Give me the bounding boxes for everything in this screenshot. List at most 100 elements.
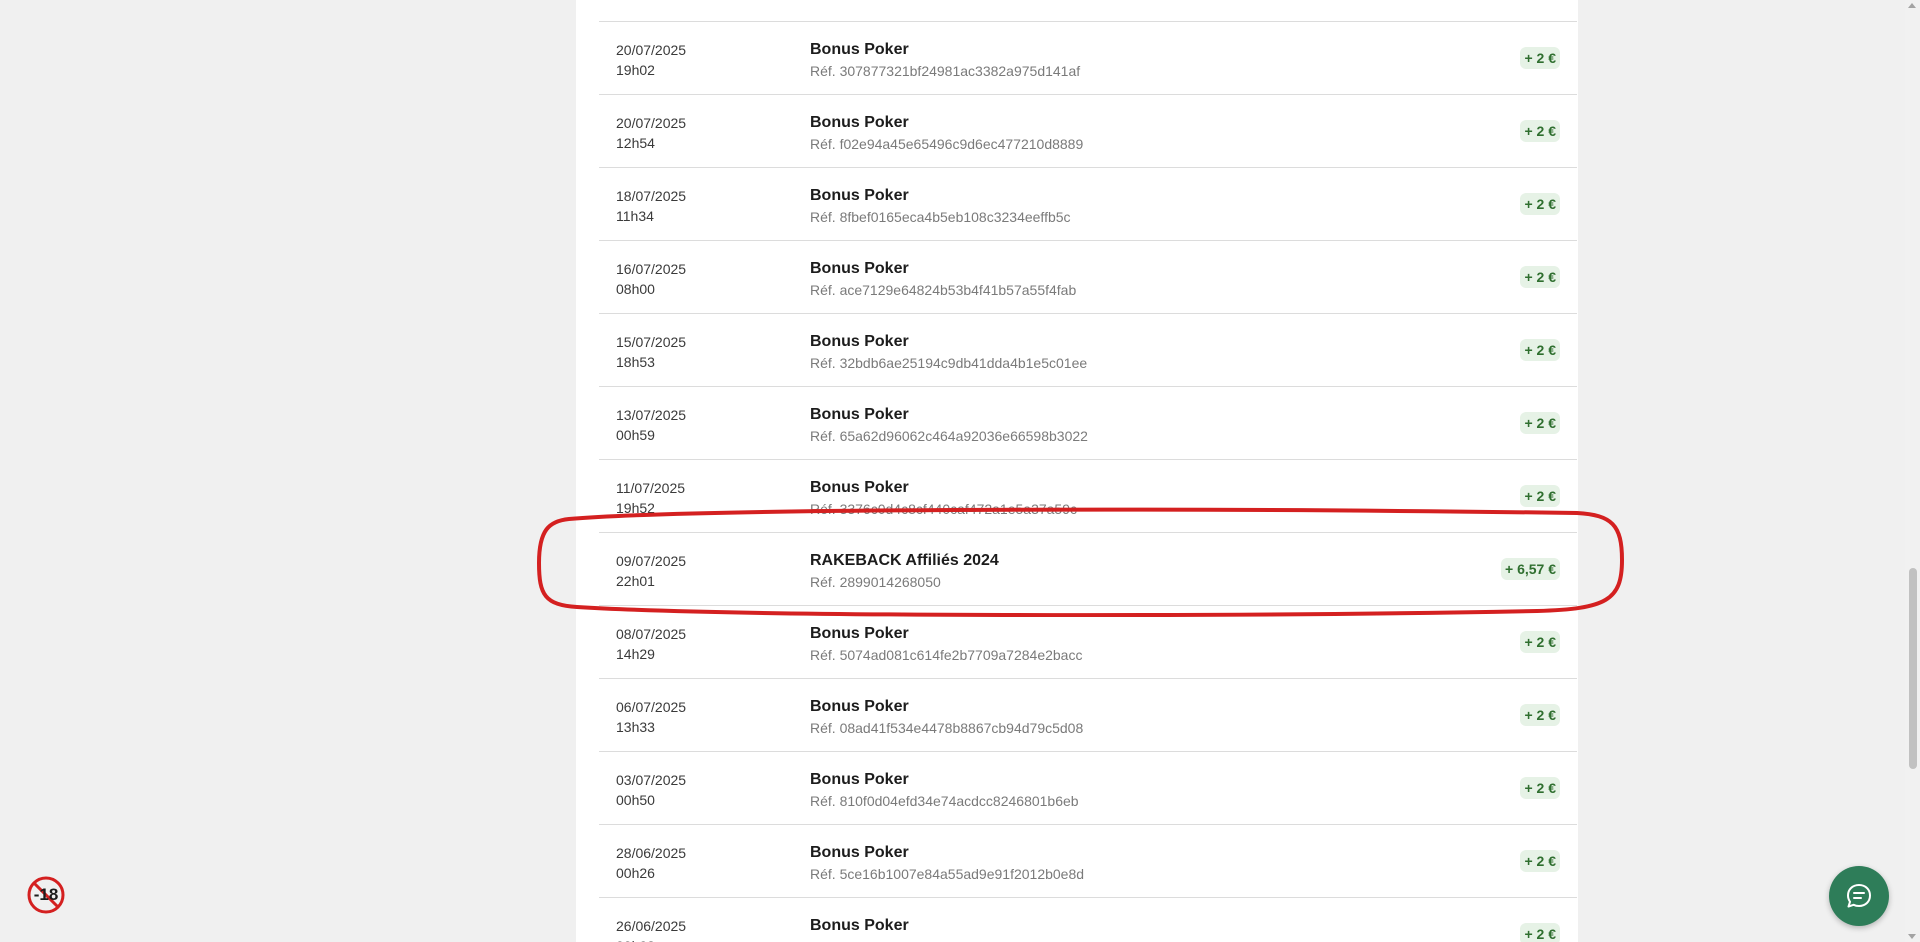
transaction-row: 13/07/2025 00h59 Bonus Poker Réf. 65a62d…	[599, 387, 1577, 460]
transaction-title: Bonus Poker	[810, 406, 909, 423]
transaction-date: 08/07/2025	[616, 626, 687, 642]
transaction-list: Réf. 3529991427c0fd3b4c3330d894f1f 20/07…	[599, 0, 1577, 942]
transaction-info: Bonus Poker Réf. 2426b0a417e794bf3b4a1a2…	[810, 916, 1080, 942]
transactions-panel: Réf. 3529991427c0fd3b4c3330d894f1f 20/07…	[576, 0, 1578, 942]
transaction-date: 18/07/2025	[616, 188, 687, 204]
scrollbar-thumb[interactable]	[1909, 568, 1917, 769]
transaction-ref: Réf. 65a62d96062c464a92036e66598b3022	[810, 428, 1088, 444]
transaction-amount-badge: + 2 €	[1520, 339, 1560, 361]
transaction-amount-badge: + 6,57 €	[1501, 558, 1560, 580]
transaction-row: 03/07/2025 00h50 Bonus Poker Réf. 810f0d…	[599, 752, 1577, 825]
transaction-date: 20/07/2025	[616, 115, 687, 131]
transaction-datetime: 16/07/2025 08h00	[616, 259, 686, 299]
transaction-date: 13/07/2025	[616, 407, 687, 423]
transaction-info: Bonus Poker Réf. ace7129e64824b53b4f41b5…	[810, 259, 1076, 300]
transaction-info: Bonus Poker Réf. 3376c0d4c8cf440caf472a1…	[810, 478, 1077, 519]
transaction-row: 28/06/2025 00h26 Bonus Poker Réf. 5ce16b…	[599, 825, 1577, 898]
transaction-datetime: 09/07/2025 22h01	[616, 551, 686, 591]
transaction-time: 00h08	[616, 936, 686, 942]
transaction-ref: Réf. 3376c0d4c8cf440caf472a1e5a37a59c	[810, 501, 1077, 517]
page: Réf. 3529991427c0fd3b4c3330d894f1f 20/07…	[0, 0, 1920, 942]
transaction-amount-badge: + 2 €	[1520, 412, 1560, 434]
transaction-datetime: 28/06/2025 00h26	[616, 843, 686, 883]
transaction-date: 15/07/2025	[616, 334, 687, 350]
transaction-row: 20/07/2025 12h54 Bonus Poker Réf. f02e94…	[599, 95, 1577, 168]
transaction-row: 18/07/2025 11h34 Bonus Poker Réf. 8fbef0…	[599, 168, 1577, 241]
transaction-ref: Réf. 08ad41f534e4478b8867cb94d79c5d08	[810, 720, 1084, 736]
transaction-ref: Réf. 810f0d04efd34e74acdcc8246801b6eb	[810, 793, 1079, 809]
transaction-ref: Réf. f02e94a45e65496c9d6ec477210d8889	[810, 136, 1084, 152]
transaction-amount-badge: + 2 €	[1520, 193, 1560, 215]
transaction-ref: Réf. 8fbef0165eca4b5eb108c3234eeffb5c	[810, 209, 1071, 225]
transaction-time: 18h53	[616, 354, 655, 370]
transaction-row: 26/06/2025 00h08 Bonus Poker Réf. 2426b0…	[599, 898, 1577, 942]
transaction-row: 09/07/2025 22h01 RAKEBACK Affiliés 2024 …	[599, 533, 1577, 606]
transaction-date: 26/06/2025	[616, 918, 687, 934]
scroll-up-arrow-icon[interactable]	[1908, 3, 1916, 8]
transaction-amount-badge: + 2 €	[1520, 850, 1560, 872]
transaction-row: 20/07/2025 19h02 Bonus Poker Réf. 307877…	[599, 22, 1577, 95]
transaction-row: Réf. 3529991427c0fd3b4c3330d894f1f	[599, 0, 1577, 22]
transaction-title: Bonus Poker	[810, 187, 909, 204]
transaction-date: 16/07/2025	[616, 261, 687, 277]
transaction-date: 11/07/2025	[616, 480, 686, 496]
scroll-down-arrow-icon[interactable]	[1908, 934, 1916, 939]
transaction-datetime: 08/07/2025 14h29	[616, 624, 686, 664]
transaction-title: RAKEBACK Affiliés 2024	[810, 552, 999, 569]
transaction-info: Bonus Poker Réf. 307877321bf24981ac3382a…	[810, 40, 1080, 81]
transaction-title: Bonus Poker	[810, 260, 909, 277]
transaction-title: Bonus Poker	[810, 771, 909, 788]
transaction-date: 03/07/2025	[616, 772, 687, 788]
transaction-info: Bonus Poker Réf. 08ad41f534e4478b8867cb9…	[810, 697, 1083, 738]
transaction-info: Bonus Poker Réf. f02e94a45e65496c9d6ec47…	[810, 113, 1083, 154]
transaction-time: 13h33	[616, 719, 655, 735]
transaction-info: Bonus Poker Réf. 8fbef0165eca4b5eb108c32…	[810, 186, 1071, 227]
transaction-row: 06/07/2025 13h33 Bonus Poker Réf. 08ad41…	[599, 679, 1577, 752]
transaction-datetime: 11/07/2025 19h52	[616, 478, 685, 518]
transaction-row: 15/07/2025 18h53 Bonus Poker Réf. 32bdb6…	[599, 314, 1577, 387]
transaction-row: 08/07/2025 14h29 Bonus Poker Réf. 5074ad…	[599, 606, 1577, 679]
transaction-amount-badge: + 2 €	[1520, 266, 1560, 288]
transaction-amount-badge: + 2 €	[1520, 631, 1560, 653]
transaction-datetime: 20/07/2025 19h02	[616, 40, 686, 80]
transaction-ref: Réf. 5074ad081c614fe2b7709a7284e2bacc	[810, 647, 1083, 663]
transaction-time: 14h29	[616, 646, 655, 662]
transaction-datetime: 26/06/2025 00h08	[616, 916, 686, 942]
transaction-time: 00h50	[616, 792, 655, 808]
transaction-datetime: 20/07/2025 12h54	[616, 113, 686, 153]
transaction-datetime: 03/07/2025 00h50	[616, 770, 686, 810]
transaction-amount-badge: + 2 €	[1520, 777, 1560, 799]
transaction-time: 11h34	[616, 208, 654, 224]
transaction-time: 12h54	[616, 135, 655, 151]
transaction-amount-badge: + 2 €	[1520, 120, 1560, 142]
transaction-info: Bonus Poker Réf. 810f0d04efd34e74acdcc82…	[810, 770, 1079, 811]
age-badge-label: -18	[33, 885, 59, 904]
transaction-info: Bonus Poker Réf. 32bdb6ae25194c9db41dda4…	[810, 332, 1087, 373]
transaction-title: Bonus Poker	[810, 479, 909, 496]
transaction-amount-badge: + 2 €	[1520, 47, 1560, 69]
transaction-amount-badge: + 2 €	[1520, 923, 1560, 942]
transaction-time: 08h00	[616, 281, 655, 297]
scrollbar[interactable]	[1905, 0, 1920, 942]
transaction-datetime: 18/07/2025 11h34	[616, 186, 686, 226]
chat-button[interactable]	[1829, 866, 1889, 926]
transaction-ref: Réf. 307877321bf24981ac3382a975d141af	[810, 63, 1081, 79]
transaction-info: Bonus Poker Réf. 65a62d96062c464a92036e6…	[810, 405, 1088, 446]
transaction-ref: Réf. 5ce16b1007e84a55ad9e91f2012b0e8d	[810, 866, 1085, 882]
transaction-time: 19h52	[616, 500, 655, 516]
chat-bubble-icon	[1847, 884, 1871, 908]
transaction-row: 16/07/2025 08h00 Bonus Poker Réf. ace712…	[599, 241, 1577, 314]
transaction-time: 00h26	[616, 865, 655, 881]
transaction-datetime: 06/07/2025 13h33	[616, 697, 686, 737]
transaction-title: Bonus Poker	[810, 625, 909, 642]
transaction-date: 06/07/2025	[616, 699, 687, 715]
transaction-ref: Réf. 2899014268050	[810, 574, 941, 590]
transaction-ref: Réf. 2426b0a417e794bf3b4a1a2f4c0940d3	[810, 937, 1080, 942]
transaction-title: Bonus Poker	[810, 41, 909, 58]
transaction-title: Bonus Poker	[810, 698, 909, 715]
transaction-ref: Réf. ace7129e64824b53b4f41b57a55f4fab	[810, 282, 1077, 298]
transaction-date: 20/07/2025	[616, 42, 687, 58]
transaction-time: 22h01	[616, 573, 655, 589]
transaction-date: 28/06/2025	[616, 845, 687, 861]
transaction-amount-badge: + 2 €	[1520, 485, 1560, 507]
